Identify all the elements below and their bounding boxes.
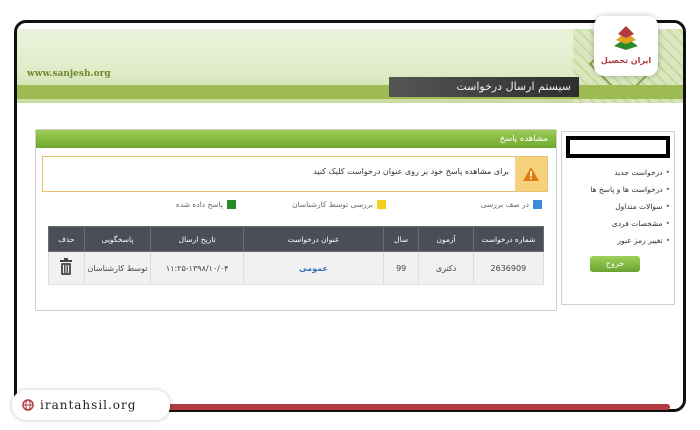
site-url: www.sanjesh.org	[27, 69, 111, 79]
info-alert: برای مشاهده پاسخ خود بر روی عنوان درخواس…	[42, 156, 548, 192]
browser-frame: www.sanjesh.org سیستم ارسال درخواست درخو…	[14, 20, 686, 412]
cell-exam: دکتری	[418, 251, 474, 285]
site-tag: irantahsil.org	[12, 390, 170, 420]
legend-swatch-green	[227, 200, 236, 209]
exit-button[interactable]: خروج	[590, 256, 640, 272]
system-title: سیستم ارسال درخواست	[389, 77, 579, 97]
col-year: سال	[382, 226, 420, 252]
col-request-number: شماره درخواست	[472, 226, 545, 252]
col-exam: آزمون	[418, 226, 474, 252]
legend-label-reviewing: بررسی توسط کارشناسان	[292, 200, 373, 209]
banner-stripe	[17, 85, 683, 99]
site-domain: irantahsil.org	[40, 398, 137, 412]
col-request-title: عنوان درخواست	[243, 226, 384, 252]
status-legend: در صف بررسی بررسی توسط کارشناسان پاسخ دا…	[42, 200, 546, 214]
legend-item-queue: در صف بررسی	[481, 200, 542, 209]
trash-icon[interactable]	[59, 258, 73, 278]
request-title-link[interactable]: عمومی	[299, 264, 328, 273]
legend-item-reviewing: بررسی توسط کارشناسان	[292, 200, 386, 209]
book-logo-icon	[614, 26, 638, 50]
sidebar-menu: درخواست جدید درخواست ها و پاسخ ها سوالات…	[561, 131, 675, 305]
table-row: 2636909 دکتری 99 عمومی ۱۱:۲۵-۱۳۹۸/۱۰/۰۴ …	[48, 251, 545, 285]
user-name-field	[570, 140, 666, 154]
col-responder: پاسخگویی	[83, 226, 152, 252]
cell-responder: توسط کارشناسان	[83, 251, 152, 285]
answer-panel: مشاهده پاسخ برای مشاهده پاسخ خود بر روی …	[35, 129, 557, 311]
sidebar-list: درخواست جدید درخواست ها و پاسخ ها سوالات…	[590, 164, 670, 249]
legend-swatch-yellow	[377, 200, 386, 209]
sidebar-item-faq[interactable]: سوالات متداول	[590, 198, 670, 215]
legend-swatch-blue	[533, 200, 542, 209]
cell-delete	[48, 251, 85, 285]
cell-request-title: عمومی	[243, 251, 384, 285]
sidebar-item-requests-answers[interactable]: درخواست ها و پاسخ ها	[590, 181, 670, 198]
logo-text: ایران تحصیل	[600, 56, 652, 65]
sidebar-item-new-request[interactable]: درخواست جدید	[590, 164, 670, 181]
col-send-date: تاریخ ارسال	[150, 226, 245, 252]
sidebar-item-change-password[interactable]: تغییر رمز عبور	[590, 232, 670, 249]
requests-table: شماره درخواست آزمون سال عنوان درخواست تا…	[48, 226, 545, 285]
globe-icon	[22, 396, 34, 415]
legend-label-queue: در صف بررسی	[480, 200, 529, 209]
cell-send-date: ۱۱:۲۵-۱۳۹۸/۱۰/۰۴	[150, 251, 245, 285]
legend-item-answered: پاسخ داده شده	[176, 200, 236, 209]
cell-year: 99	[382, 251, 420, 285]
cell-request-number: 2636909	[472, 251, 545, 285]
alert-message: برای مشاهده پاسخ خود بر روی عنوان درخواس…	[313, 167, 509, 176]
table-header-row: شماره درخواست آزمون سال عنوان درخواست تا…	[48, 226, 545, 252]
panel-title: مشاهده پاسخ	[36, 130, 556, 148]
header-banner: www.sanjesh.org سیستم ارسال درخواست	[17, 28, 683, 103]
sidebar-item-profile[interactable]: مشخصات فردی	[590, 215, 670, 232]
footer-bar	[150, 404, 670, 410]
legend-label-answered: پاسخ داده شده	[175, 200, 223, 209]
irantahsil-logo: ایران تحصیل	[594, 16, 658, 76]
col-delete: حذف	[48, 226, 85, 252]
warning-icon	[515, 157, 547, 191]
